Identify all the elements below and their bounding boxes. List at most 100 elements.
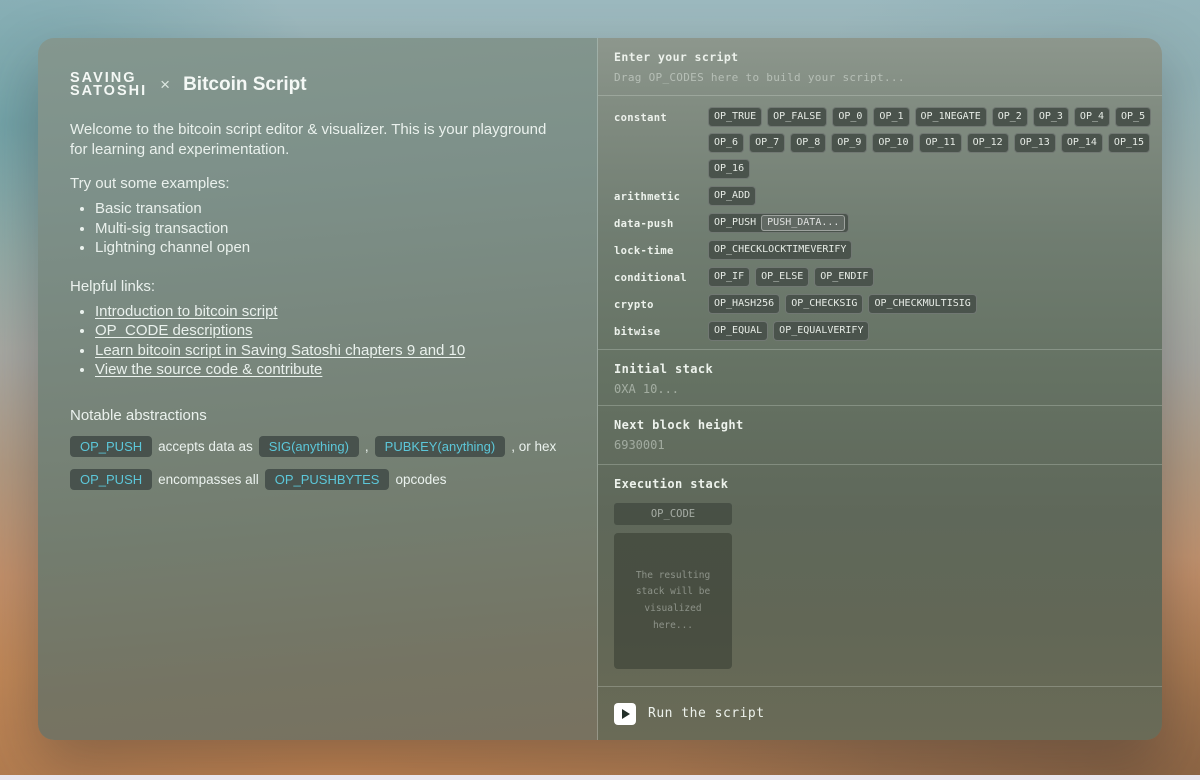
helpful-link[interactable]: View the source code & contribute: [95, 361, 322, 378]
page-title: Bitcoin Script: [183, 74, 307, 96]
editor-panel: Enter your script Drag OP_CODES here to …: [598, 38, 1162, 740]
palette-row-data-push: data-pushOP_PUSHPUSH_DATA...: [614, 213, 1160, 233]
abstractions-heading: Notable abstractions: [70, 407, 565, 424]
opcode-OP_CHECKSIG[interactable]: OP_CHECKSIG: [785, 294, 863, 314]
cross-separator: ×: [160, 75, 170, 95]
links-heading: Helpful links:: [70, 278, 565, 295]
example-item: Lightning channel open: [95, 238, 565, 258]
palette-row-crypto: cryptoOP_HASH256OP_CHECKSIGOP_CHECKMULTI…: [614, 294, 1160, 314]
examples-list: Basic transationMulti-sig transactionLig…: [70, 199, 565, 258]
abstraction-text: ,: [365, 439, 369, 454]
abstraction-row: OP_PUSHaccepts data asSIG(anything),PUBK…: [70, 436, 565, 457]
opcode-OP_10[interactable]: OP_10: [872, 133, 914, 153]
abstraction-chip: PUBKEY(anything): [375, 436, 506, 457]
opcode-OP_CHECKMULTISIG[interactable]: OP_CHECKMULTISIG: [868, 294, 976, 314]
welcome-text: Welcome to the bitcoin script editor & v…: [70, 120, 565, 160]
opcode-OP_12[interactable]: OP_12: [967, 133, 1009, 153]
opcode-OP_FALSE[interactable]: OP_FALSE: [767, 107, 827, 127]
opcode-OP_HASH256[interactable]: OP_HASH256: [708, 294, 780, 314]
opcode-OP_IF[interactable]: OP_IF: [708, 267, 750, 287]
app-card: SAVING SATOSHI × Bitcoin Script Welcome …: [38, 38, 1162, 740]
category-label-constant: constant: [614, 107, 708, 179]
chips-data-push: OP_PUSHPUSH_DATA...: [708, 213, 1160, 233]
run-script-row: Run the script: [598, 686, 1162, 740]
abstraction-chip: OP_PUSHBYTES: [265, 469, 390, 490]
initial-stack-input[interactable]: 0XA 10...: [614, 382, 1160, 396]
play-icon: [614, 703, 636, 725]
opcode-OP_EQUAL[interactable]: OP_EQUAL: [708, 321, 768, 341]
abstraction-row: OP_PUSHencompasses allOP_PUSHBYTESopcode…: [70, 469, 565, 490]
initial-stack-section: Initial stack 0XA 10...: [598, 350, 1162, 406]
palette-row-bitwise: bitwiseOP_EQUALOP_EQUALVERIFY: [614, 321, 1160, 341]
opcode-OP_9[interactable]: OP_9: [831, 133, 867, 153]
category-label-crypto: crypto: [614, 294, 708, 314]
opcode-OP_0[interactable]: OP_0: [832, 107, 868, 127]
chips-crypto: OP_HASH256OP_CHECKSIGOP_CHECKMULTISIG: [708, 294, 1160, 314]
execution-stack-section: Execution stack OP_CODE The resulting st…: [598, 465, 1162, 686]
abstraction-rows: OP_PUSHaccepts data asSIG(anything),PUBK…: [70, 436, 565, 490]
script-dropzone[interactable]: Drag OP_CODES here to build your script.…: [614, 71, 1160, 84]
opcode-palette: constantOP_TRUEOP_FALSEOP_0OP_1 OP_1NEGAT…: [598, 96, 1162, 350]
chips-arithmetic: OP_ADD: [708, 186, 1160, 206]
chips-constant: OP_TRUEOP_FALSEOP_0OP_1OP_1NEGATEOP_2OP_…: [708, 107, 1160, 179]
category-label-bitwise: bitwise: [614, 321, 708, 341]
next-block-height-label: Next block height: [614, 418, 1160, 432]
palette-row-lock-time: lock-timeOP_CHECKLOCKTIMEVERIFY: [614, 240, 1160, 260]
helpful-link[interactable]: OP_CODE descriptions: [95, 322, 253, 339]
opcode-OP_PUSH[interactable]: OP_PUSHPUSH_DATA...: [708, 213, 849, 233]
push-data-input[interactable]: PUSH_DATA...: [761, 215, 845, 231]
chips-bitwise: OP_EQUALOP_EQUALVERIFY: [708, 321, 1160, 341]
opcode-OP_11[interactable]: OP_11: [919, 133, 961, 153]
opcode-OP_CHECKLOCKTIMEVERIFY[interactable]: OP_CHECKLOCKTIMEVERIFY: [708, 240, 852, 260]
next-block-height-input[interactable]: 6930001: [614, 438, 1160, 452]
category-label-arithmetic: arithmetic: [614, 186, 708, 206]
abstraction-chip: SIG(anything): [259, 436, 359, 457]
example-item: Basic transation: [95, 199, 565, 219]
helpful-link[interactable]: Introduction to bitcoin script: [95, 303, 278, 320]
execution-stack-label: Execution stack: [614, 477, 1160, 491]
links-list: Introduction to bitcoin script OP_CODE de…: [70, 302, 565, 380]
helpful-link[interactable]: Learn bitcoin script in Saving Satoshi c…: [95, 342, 465, 359]
palette-row-conditional: conditionalOP_IFOP_ELSEOP_ENDIF: [614, 267, 1160, 287]
script-editor-title: Enter your script: [614, 50, 1160, 64]
abstraction-text: opcodes: [395, 472, 446, 487]
logo-line2: SATOSHI: [70, 85, 147, 98]
abstraction-text: encompasses all: [158, 472, 259, 487]
opcode-OP_2[interactable]: OP_2: [992, 107, 1028, 127]
opcode-OP_8[interactable]: OP_8: [790, 133, 826, 153]
category-label-conditional: conditional: [614, 267, 708, 287]
opcode-OP_EQUALVERIFY[interactable]: OP_EQUALVERIFY: [773, 321, 869, 341]
opcode-OP_3[interactable]: OP_3: [1033, 107, 1069, 127]
category-label-lock-time: lock-time: [614, 240, 708, 260]
opcode-OP_5[interactable]: OP_5: [1115, 107, 1151, 127]
stack-visualization-box: The resulting stack will be visualized h…: [614, 533, 732, 669]
script-editor-header: Enter your script Drag OP_CODES here to …: [598, 38, 1162, 96]
opcode-OP_ENDIF[interactable]: OP_ENDIF: [814, 267, 874, 287]
abstraction-chip: OP_PUSH: [70, 436, 152, 457]
run-script-button[interactable]: Run the script: [614, 703, 765, 725]
opcode-OP_16[interactable]: OP_16: [708, 159, 750, 179]
opcode-OP_1[interactable]: OP_1: [873, 107, 909, 127]
opcode-OP_6[interactable]: OP_6: [708, 133, 744, 153]
opcode-slot: OP_CODE: [614, 503, 732, 525]
examples-heading: Try out some examples:: [70, 175, 565, 192]
opcode-OP_13[interactable]: OP_13: [1014, 133, 1056, 153]
abstraction-text: , or hex: [511, 439, 556, 454]
link-item: Introduction to bitcoin script: [95, 302, 565, 322]
initial-stack-label: Initial stack: [614, 362, 1160, 376]
opcode-OP_4[interactable]: OP_4: [1074, 107, 1110, 127]
chips-lock-time: OP_CHECKLOCKTIMEVERIFY: [708, 240, 1160, 260]
opcode-OP_15[interactable]: OP_15: [1108, 133, 1150, 153]
category-label-data-push: data-push: [614, 213, 708, 233]
chips-conditional: OP_IFOP_ELSEOP_ENDIF: [708, 267, 1160, 287]
background-bottom-strip: [0, 775, 1200, 780]
opcode-OP_ELSE[interactable]: OP_ELSE: [755, 267, 809, 287]
link-item: View the source code & contribute: [95, 360, 565, 380]
opcode-OP_14[interactable]: OP_14: [1061, 133, 1103, 153]
opcode-OP_7[interactable]: OP_7: [749, 133, 785, 153]
opcode-OP_ADD[interactable]: OP_ADD: [708, 186, 756, 206]
opcode-OP_1NEGATE[interactable]: OP_1NEGATE: [915, 107, 987, 127]
palette-row-arithmetic: arithmeticOP_ADD: [614, 186, 1160, 206]
example-item: Multi-sig transaction: [95, 219, 565, 239]
opcode-OP_TRUE[interactable]: OP_TRUE: [708, 107, 762, 127]
